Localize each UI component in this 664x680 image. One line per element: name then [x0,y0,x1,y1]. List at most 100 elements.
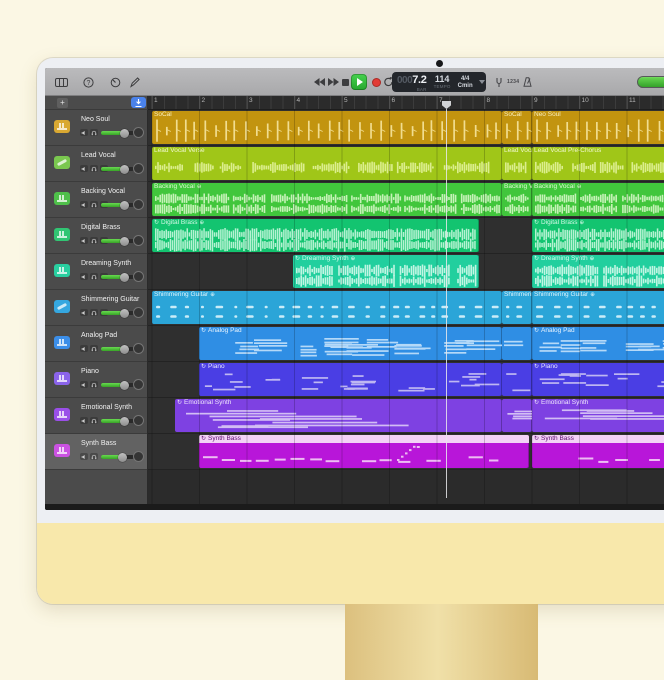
region-socal[interactable]: SoCal [152,111,502,144]
region-piano[interactable] [502,363,532,396]
track-header-digital-brass[interactable]: Digital Brass [45,218,147,254]
timeline-ruler[interactable]: 1234567891011 [148,96,664,110]
tuning-fork-icon[interactable] [495,68,503,96]
editor-pencil-icon[interactable] [129,68,140,96]
region-label: Shimmering Guitar [504,291,532,299]
stop-button[interactable] [342,68,349,96]
pan-knob[interactable] [133,451,144,462]
solo-button[interactable] [90,345,98,352]
region-emotional-synth[interactable]: ↻Emotional Synth [175,399,502,432]
lcd-chevron-down-icon[interactable] [479,80,485,84]
solo-button[interactable] [90,237,98,244]
region-backing-vocal[interactable]: Backing Vocal⊕ [532,183,664,216]
lcd-display[interactable]: 0007.2 BAR 114 TEMPO 4/4 Cmin [392,72,486,92]
region-synth-bass[interactable]: ↻Synth Bass [532,435,664,468]
region-badge-icon: ⊕ [197,183,202,191]
solo-button[interactable] [90,381,98,388]
ruler-bar-number: 5 [344,97,348,104]
region-backing-vocal[interactable]: Backing Vocal [502,183,532,216]
region-digital-brass[interactable]: ↻Digital Brass⊕ [532,219,664,252]
region-dreaming-synth[interactable]: ↻Dreaming Synth⊕ [532,255,664,288]
volume-slider[interactable] [101,455,134,459]
region-lead-vocal-verse[interactable]: Lead Vocal Verse [502,147,532,180]
region-emotional-synth[interactable] [502,399,532,432]
library-icon[interactable] [55,68,68,96]
mute-button[interactable] [80,381,88,388]
volume-slider[interactable] [101,311,134,315]
volume-slider[interactable] [101,347,134,351]
loop-icon: ↻ [534,219,539,227]
pan-knob[interactable] [133,163,144,174]
pan-knob[interactable] [133,271,144,282]
region-backing-vocal[interactable]: Backing Vocal⊕ [152,183,502,216]
mute-button[interactable] [80,417,88,424]
region-dreaming-synth[interactable]: ↻Dreaming Synth⊕ [293,255,479,288]
region-shimmering-guitar[interactable]: Shimmering Guitar⊕ [532,291,664,324]
volume-slider[interactable] [101,239,134,243]
mute-button[interactable] [80,165,88,172]
region-neo-soul[interactable]: Neo Soul [532,111,664,144]
track-options-button[interactable] [131,97,146,108]
region-emotional-synth[interactable]: ↻Emotional Synth [532,399,664,432]
pan-knob[interactable] [133,199,144,210]
solo-button[interactable] [90,201,98,208]
track-header-analog-pad[interactable]: Analog Pad [45,326,147,362]
track-header-neo-soul[interactable]: Neo Soul [45,110,147,146]
region-analog-pad[interactable]: ↻Analog Pad [199,327,502,360]
track-header-shimmering-guitar[interactable]: Shimmering Guitar [45,290,147,326]
solo-button[interactable] [90,309,98,316]
region-synth-bass[interactable]: ↻Synth Bass [199,435,529,468]
mute-button[interactable] [80,309,88,316]
pan-knob[interactable] [133,127,144,138]
region-lead-vocal-verse[interactable]: Lead Vocal Verse [152,147,502,180]
mute-button[interactable] [80,201,88,208]
solo-button[interactable] [90,273,98,280]
quick-help-icon[interactable]: ? [83,68,94,96]
pan-knob[interactable] [133,235,144,246]
volume-slider[interactable] [101,419,134,423]
count-in-button[interactable]: 1234 [507,68,519,96]
lcd-position: 7.2 [412,74,426,86]
mute-button[interactable] [80,273,88,280]
mute-button[interactable] [80,129,88,136]
add-track-button[interactable]: + [57,98,68,108]
mute-button[interactable] [80,453,88,460]
volume-slider[interactable] [101,131,134,135]
track-header-piano[interactable]: Piano [45,362,147,398]
track-header-backing-vocal[interactable]: Backing Vocal [45,182,147,218]
pan-knob[interactable] [133,307,144,318]
region-digital-brass[interactable]: ↻Digital Brass⊕ [152,219,479,252]
mute-button[interactable] [80,345,88,352]
record-button[interactable] [372,78,381,87]
metronome-icon[interactable] [523,68,532,96]
solo-button[interactable] [90,165,98,172]
solo-button[interactable] [90,417,98,424]
pan-knob[interactable] [133,379,144,390]
volume-slider[interactable] [101,203,134,207]
region-analog-pad[interactable] [502,327,532,360]
region-piano[interactable]: ↻Piano [199,363,502,396]
smart-controls-icon[interactable] [110,68,121,96]
region-shimmering-guitar[interactable]: Shimmering Guitar [502,291,532,324]
track-header-emotional-synth[interactable]: Emotional Synth [45,398,147,434]
region-analog-pad[interactable]: ↻Analog Pad [532,327,664,360]
pan-knob[interactable] [133,343,144,354]
track-header-lead-vocal[interactable]: Lead Vocal [45,146,147,182]
solo-button[interactable] [90,453,98,460]
volume-slider[interactable] [101,383,134,387]
volume-slider[interactable] [101,275,134,279]
mute-button[interactable] [80,237,88,244]
region-socal[interactable]: SoCal [502,111,532,144]
volume-slider[interactable] [101,167,134,171]
region-lead-vocal-pre-chorus[interactable]: Lead Vocal Pre-Chorus [532,147,664,180]
rewind-button[interactable] [314,68,325,96]
play-button[interactable] [351,74,367,90]
solo-button[interactable] [90,129,98,136]
region-piano[interactable]: ↻Piano [532,363,664,396]
track-header-dreaming-synth[interactable]: Dreaming Synth [45,254,147,290]
pan-knob[interactable] [133,415,144,426]
forward-button[interactable] [328,68,339,96]
region-shimmering-guitar[interactable]: Shimmering Guitar⊕ [152,291,502,324]
master-volume-slider[interactable] [637,76,664,88]
track-header-synth-bass[interactable]: Synth Bass [45,434,147,470]
